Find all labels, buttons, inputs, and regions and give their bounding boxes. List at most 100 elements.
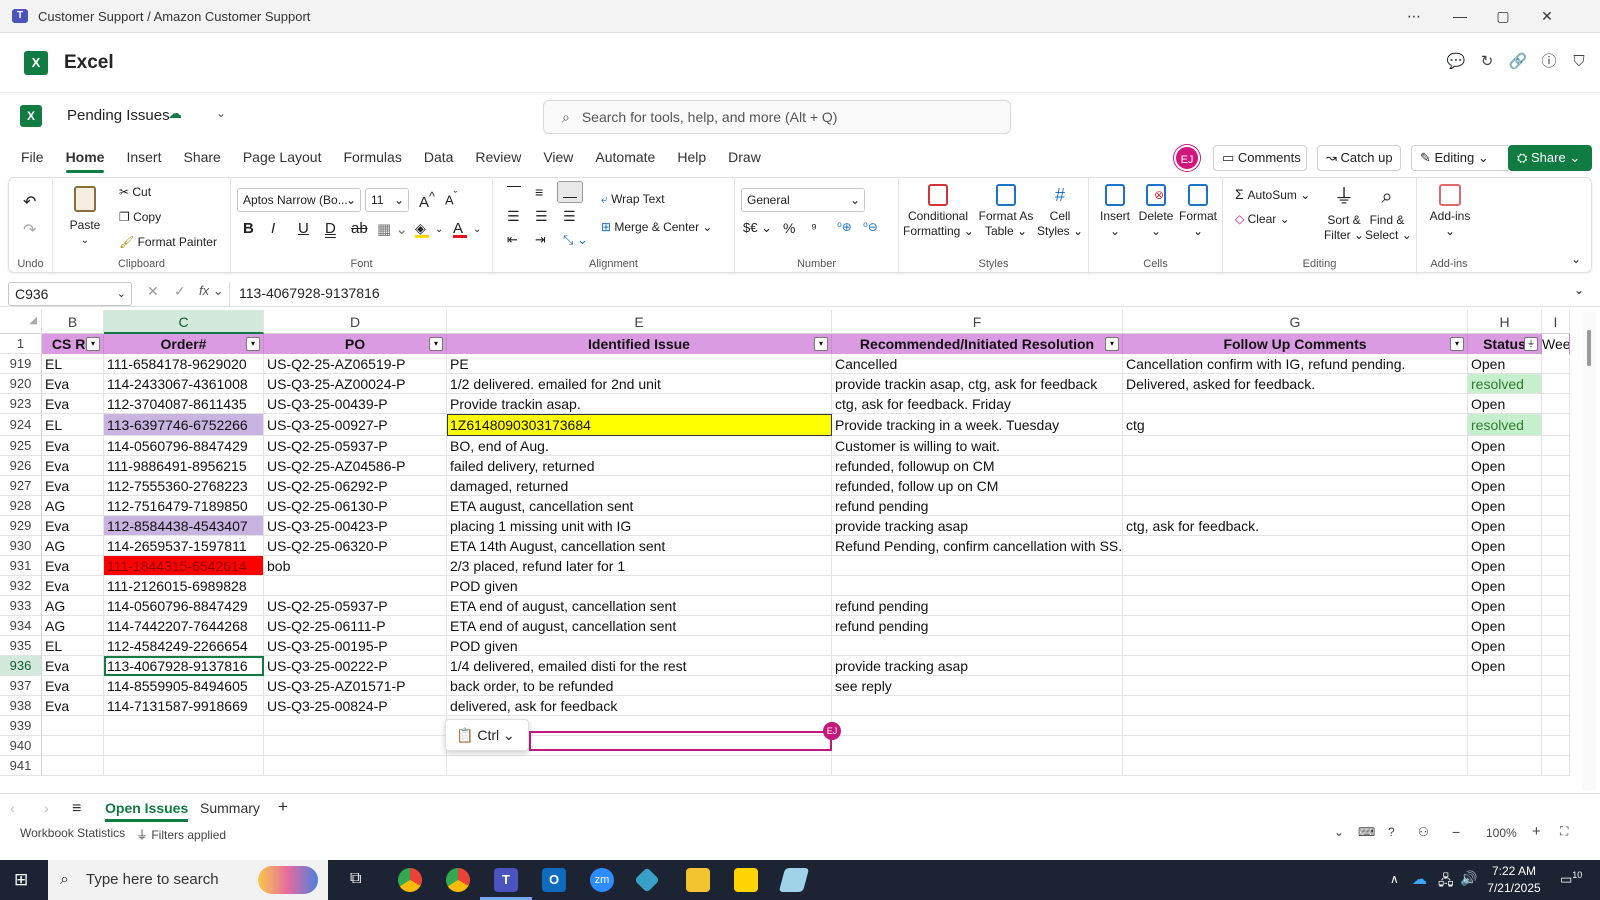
table-cell[interactable]: POD given: [447, 576, 832, 596]
table-cell[interactable]: PE: [447, 354, 832, 374]
table-cell[interactable]: BO, end of Aug.: [447, 436, 832, 456]
align-center-icon[interactable]: ☰: [535, 208, 548, 225]
table-cell[interactable]: Eva: [42, 576, 104, 596]
table-cell[interactable]: Open: [1468, 436, 1542, 456]
table-cell[interactable]: refunded, followup on CM: [832, 456, 1123, 476]
table-cell[interactable]: Refund Pending, confirm cancellation wit…: [832, 536, 1123, 556]
accessibility-icon[interactable]: ⚇: [1418, 825, 1429, 839]
table-cell[interactable]: 111-9886491-8956215: [104, 456, 264, 476]
table-cell[interactable]: EL: [42, 636, 104, 656]
table-cell[interactable]: [42, 716, 104, 736]
windows-start-icon[interactable]: ⊞: [14, 870, 28, 890]
fill-dropdown-icon[interactable]: ⌄: [435, 224, 443, 235]
tab-formulas[interactable]: Formulas: [332, 141, 412, 175]
font-color-dropdown-icon[interactable]: ⌄: [473, 224, 481, 235]
table-cell[interactable]: [1123, 536, 1468, 556]
wrap-text-button[interactable]: ⤶ Wrap Text: [601, 192, 665, 207]
header-cell-I[interactable]: Weel: [1542, 334, 1570, 354]
table-cell[interactable]: [1542, 716, 1570, 736]
table-cell[interactable]: [104, 736, 264, 756]
table-cell[interactable]: US-Q2-25-AZ04586-P: [264, 456, 447, 476]
table-cell[interactable]: Open: [1468, 354, 1542, 374]
decrease-font-icon[interactable]: Aˇ: [445, 190, 457, 207]
table-cell[interactable]: 111-2126015-6989828: [104, 576, 264, 596]
strikethrough-icon[interactable]: ab: [351, 220, 368, 237]
table-cell[interactable]: provide trackin asap, ctg, ask for feedb…: [832, 374, 1123, 394]
table-cell[interactable]: Open: [1468, 656, 1542, 676]
table-cell[interactable]: AG: [42, 496, 104, 516]
table-cell[interactable]: Cancellation confirm with IG, refund pen…: [1123, 354, 1468, 374]
zoom-app-icon[interactable]: zm: [590, 868, 614, 892]
table-cell[interactable]: [1123, 696, 1468, 716]
underline-icon[interactable]: U: [298, 220, 309, 237]
table-cell[interactable]: [104, 756, 264, 776]
tab-insert[interactable]: Insert: [115, 141, 172, 175]
search-box[interactable]: ⌕ Search for tools, help, and more (Alt …: [543, 100, 1011, 134]
link-icon[interactable]: 🔗: [1507, 51, 1529, 73]
row-header[interactable]: 927: [0, 476, 42, 496]
table-cell[interactable]: refund pending: [832, 616, 1123, 636]
editing-mode-button[interactable]: ✎ Editing ⌄: [1411, 145, 1511, 171]
column-header-H[interactable]: H: [1468, 310, 1542, 334]
table-cell[interactable]: US-Q3-25-AZ00024-P: [264, 374, 447, 394]
minimize-button[interactable]: —: [1438, 0, 1482, 33]
table-cell[interactable]: refund pending: [832, 596, 1123, 616]
table-cell[interactable]: Provide trackin asap.: [447, 394, 832, 414]
filter-dropdown-icon[interactable]: ▾: [1105, 337, 1119, 351]
table-cell[interactable]: [1542, 436, 1570, 456]
table-cell[interactable]: resolved: [1468, 374, 1542, 394]
row-header[interactable]: 920: [0, 374, 42, 394]
onedrive-icon[interactable]: ☁: [1412, 870, 1427, 888]
table-cell[interactable]: 114-7442207-7644268: [104, 616, 264, 636]
format-cells-button[interactable]: Format ⌄: [1177, 184, 1219, 239]
table-cell[interactable]: US-Q3-25-00927-P: [264, 414, 447, 436]
clear-button[interactable]: ◇ Clear ⌄: [1235, 212, 1290, 226]
table-cell[interactable]: US-Q2-25-06111-P: [264, 616, 447, 636]
tab-draw[interactable]: Draw: [717, 141, 772, 175]
row-header[interactable]: 919: [0, 354, 42, 374]
table-cell[interactable]: [1542, 374, 1570, 394]
filter-dropdown-icon[interactable]: ▾: [429, 337, 443, 351]
table-cell[interactable]: [447, 756, 832, 776]
table-cell[interactable]: AG: [42, 536, 104, 556]
filter-dropdown-icon[interactable]: ▾: [86, 337, 100, 351]
vertical-scroll-thumb[interactable]: [1587, 330, 1591, 366]
row-header[interactable]: 933: [0, 596, 42, 616]
zoom-out-icon[interactable]: −: [1452, 824, 1460, 840]
decrease-decimal-icon[interactable]: ⁰⊖: [863, 220, 878, 234]
table-cell[interactable]: ctg, ask for feedback. Friday: [832, 394, 1123, 414]
format-painter-button[interactable]: 🖌 Format Painter: [119, 235, 217, 249]
table-cell[interactable]: 111-1844315-6542614: [104, 556, 264, 576]
table-cell[interactable]: [1542, 756, 1570, 776]
table-cell[interactable]: US-Q2-25-06292-P: [264, 476, 447, 496]
column-header-G[interactable]: G: [1123, 310, 1468, 334]
table-cell[interactable]: [832, 696, 1123, 716]
table-cell[interactable]: Open: [1468, 616, 1542, 636]
table-cell[interactable]: 1/4 delivered, emailed disti for the res…: [447, 656, 832, 676]
all-sheets-icon[interactable]: ≡: [72, 800, 81, 818]
table-cell[interactable]: US-Q3-25-00423-P: [264, 516, 447, 536]
table-cell[interactable]: POD given: [447, 636, 832, 656]
tab-view[interactable]: View: [532, 141, 584, 175]
cell-styles-button[interactable]: # Cell Styles ⌄: [1037, 184, 1083, 239]
font-name-select[interactable]: Aptos Narrow (Bo... ⌄: [237, 188, 361, 212]
table-cell[interactable]: [264, 716, 447, 736]
table-cell[interactable]: [1123, 676, 1468, 696]
header-cell-E[interactable]: Identified Issue ▾: [447, 334, 832, 354]
zoom-level[interactable]: 100%: [1486, 826, 1517, 840]
table-cell[interactable]: [1542, 496, 1570, 516]
table-cell[interactable]: US-Q2-25-05937-P: [264, 596, 447, 616]
comments-button[interactable]: ▭ Comments: [1213, 145, 1307, 171]
cut-button[interactable]: ✂ Cut: [119, 185, 151, 199]
table-cell[interactable]: [1468, 696, 1542, 716]
table-cell[interactable]: Eva: [42, 436, 104, 456]
column-header-F[interactable]: F: [832, 310, 1123, 334]
row-header[interactable]: 928: [0, 496, 42, 516]
app-diamond-icon[interactable]: [634, 867, 660, 893]
table-cell[interactable]: US-Q3-25-00195-P: [264, 636, 447, 656]
table-cell[interactable]: 1Z6148090303173684: [447, 414, 832, 436]
increase-decimal-icon[interactable]: ⁰⊕: [837, 220, 852, 234]
conditional-formatting-button[interactable]: Conditional Formatting ⌄: [903, 184, 974, 239]
sheet-tab-open-issues[interactable]: Open Issues: [105, 800, 189, 822]
chrome-profile-icon[interactable]: [446, 868, 470, 892]
